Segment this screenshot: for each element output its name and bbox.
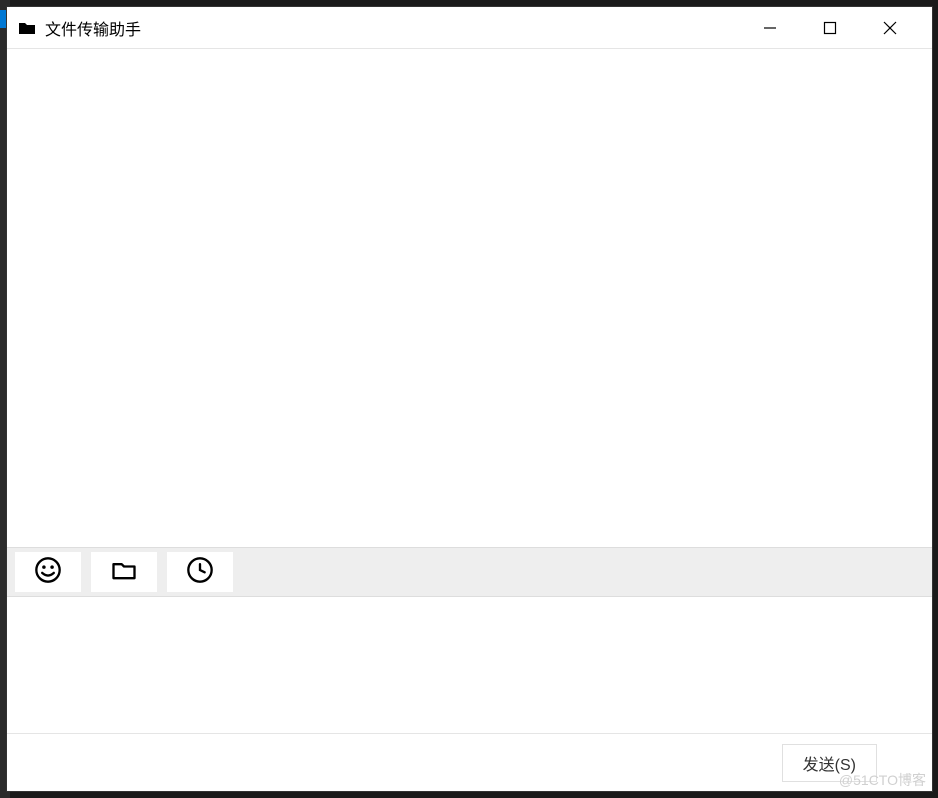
message-input[interactable]	[7, 597, 932, 733]
window-title: 文件传输助手	[45, 16, 141, 40]
send-button[interactable]: 发送(S)	[782, 744, 877, 782]
history-button[interactable]	[167, 552, 233, 592]
chat-message-area[interactable]	[7, 49, 932, 547]
titlebar[interactable]: 文件传输助手	[7, 7, 932, 49]
minimize-button[interactable]	[740, 7, 800, 49]
window-controls	[740, 7, 920, 48]
send-bar: 发送(S)	[7, 733, 932, 791]
folder-outline-icon	[110, 556, 138, 589]
chat-window: 文件传输助手	[6, 6, 933, 792]
file-button[interactable]	[91, 552, 157, 592]
smiley-icon	[34, 556, 62, 589]
emoji-button[interactable]	[15, 552, 81, 592]
maximize-button[interactable]	[800, 7, 860, 49]
close-button[interactable]	[860, 7, 920, 49]
folder-icon	[19, 21, 35, 35]
input-toolbar	[7, 547, 932, 597]
clock-icon	[186, 556, 214, 589]
